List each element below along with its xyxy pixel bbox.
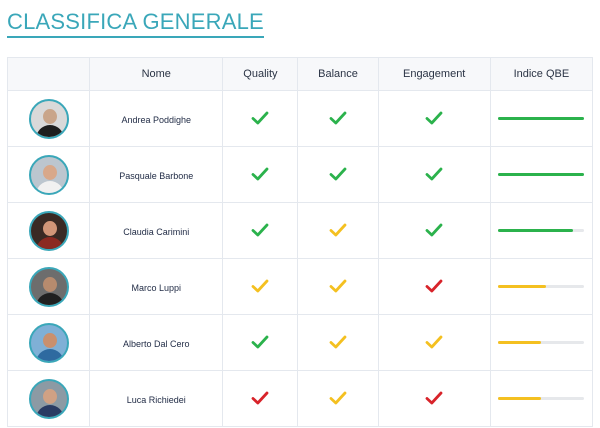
qbe-cell	[489, 370, 594, 427]
avatar-cell	[6, 370, 91, 427]
check-icon	[329, 390, 347, 407]
employee-name: Claudia Carimini	[123, 226, 190, 237]
employee-name: Luca Richiedei	[126, 394, 186, 405]
qbe-cell	[489, 90, 594, 147]
name-cell: Alberto Dal Cero	[89, 314, 224, 371]
qbe-progress-bar	[498, 397, 585, 400]
qbe-cell	[489, 314, 594, 371]
avatar[interactable]	[28, 210, 69, 251]
header-engagement[interactable]: Engagement	[377, 57, 491, 91]
avatar[interactable]	[28, 322, 69, 363]
employee-name: Marco Luppi	[131, 282, 181, 293]
quality-cell	[222, 258, 299, 315]
engagement-cell	[377, 314, 491, 371]
check-icon	[425, 166, 443, 183]
employee-name: Andrea Poddighe	[121, 114, 192, 125]
qbe-progress-bar	[498, 285, 585, 288]
qbe-progress-fill	[498, 285, 546, 288]
qbe-progress-fill	[498, 397, 542, 400]
engagement-cell	[377, 202, 491, 259]
balance-cell	[297, 370, 379, 427]
quality-cell	[222, 146, 299, 203]
check-icon	[329, 334, 347, 351]
balance-cell	[297, 202, 379, 259]
avatar-cell	[6, 146, 91, 203]
check-icon	[329, 222, 347, 239]
header-quality[interactable]: Quality	[222, 57, 299, 91]
qbe-progress-fill	[498, 341, 542, 344]
check-icon	[425, 222, 443, 239]
qbe-progress-fill	[498, 117, 585, 120]
balance-cell	[297, 146, 379, 203]
name-cell: Claudia Carimini	[89, 202, 224, 259]
ranking-table: Nome Quality Balance Engagement Indice Q…	[6, 57, 594, 427]
name-cell: Pasquale Barbone	[89, 146, 224, 203]
check-icon	[425, 390, 443, 407]
qbe-cell	[489, 146, 594, 203]
check-icon	[251, 166, 269, 183]
avatar-cell	[6, 258, 91, 315]
check-icon	[251, 110, 269, 127]
avatar-cell	[6, 202, 91, 259]
avatar[interactable]	[28, 98, 69, 139]
quality-cell	[222, 90, 299, 147]
engagement-cell	[377, 90, 491, 147]
check-icon	[251, 390, 269, 407]
employee-name: Pasquale Barbone	[119, 170, 194, 181]
qbe-progress-fill	[498, 229, 574, 232]
header-indice-qbe[interactable]: Indice QBE	[489, 57, 594, 91]
qbe-progress-bar	[498, 229, 585, 232]
table-row[interactable]: Marco Luppi	[6, 258, 594, 315]
table-row[interactable]: Luca Richiedei	[6, 370, 594, 427]
avatar[interactable]	[28, 154, 69, 195]
name-cell: Andrea Poddighe	[89, 90, 224, 147]
name-cell: Luca Richiedei	[89, 370, 224, 427]
page-title-wrap: CLASSIFICA GENERALE	[7, 9, 264, 38]
check-icon	[425, 334, 443, 351]
engagement-cell	[377, 370, 491, 427]
balance-cell	[297, 90, 379, 147]
page-title: CLASSIFICA GENERALE	[7, 9, 264, 38]
header-avatar	[6, 57, 91, 91]
check-icon	[251, 334, 269, 351]
avatar-cell	[6, 314, 91, 371]
name-cell: Marco Luppi	[89, 258, 224, 315]
check-icon	[329, 278, 347, 295]
quality-cell	[222, 370, 299, 427]
balance-cell	[297, 314, 379, 371]
qbe-progress-bar	[498, 117, 585, 120]
check-icon	[251, 222, 269, 239]
qbe-progress-fill	[498, 173, 585, 176]
table-row[interactable]: Claudia Carimini	[6, 202, 594, 259]
engagement-cell	[377, 258, 491, 315]
avatar[interactable]	[28, 378, 69, 419]
table-row[interactable]: Alberto Dal Cero	[6, 314, 594, 371]
check-icon	[425, 278, 443, 295]
check-icon	[425, 110, 443, 127]
qbe-progress-bar	[498, 341, 585, 344]
avatar-cell	[6, 90, 91, 147]
quality-cell	[222, 314, 299, 371]
quality-cell	[222, 202, 299, 259]
balance-cell	[297, 258, 379, 315]
qbe-cell	[489, 258, 594, 315]
check-icon	[329, 110, 347, 127]
table-header-row: Nome Quality Balance Engagement Indice Q…	[6, 57, 594, 91]
qbe-progress-bar	[498, 173, 585, 176]
table-row[interactable]: Andrea Poddighe	[6, 90, 594, 147]
header-balance[interactable]: Balance	[297, 57, 379, 91]
header-name[interactable]: Nome	[89, 57, 224, 91]
check-icon	[329, 166, 347, 183]
avatar[interactable]	[28, 266, 69, 307]
employee-name: Alberto Dal Cero	[122, 338, 190, 349]
qbe-cell	[489, 202, 594, 259]
check-icon	[251, 278, 269, 295]
table-row[interactable]: Pasquale Barbone	[6, 146, 594, 203]
engagement-cell	[377, 146, 491, 203]
